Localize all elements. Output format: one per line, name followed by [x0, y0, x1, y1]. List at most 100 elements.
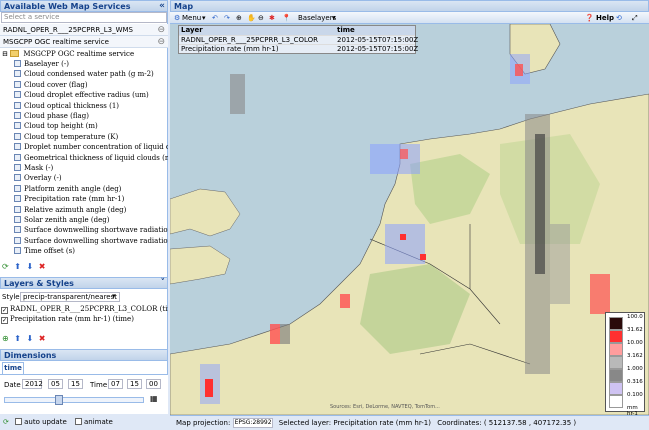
delete-icon[interactable]: ✖ [39, 262, 46, 271]
tree-item[interactable]: Cloud cover (flag) [14, 80, 88, 90]
tree-item[interactable]: Cloud top temperature (K) [14, 132, 118, 142]
tree-toolbar: ⟳ ⬆ ⬇ ✖ [2, 262, 48, 272]
tree-item[interactable]: Droplet number concentration of liquid c… [14, 142, 168, 152]
collapse-icon[interactable]: ˅ [161, 278, 166, 289]
map-title: Map [174, 2, 194, 11]
collapse-icon[interactable]: « [159, 1, 165, 12]
tree-item[interactable]: Cloud phase (flag) [14, 111, 89, 121]
column-header: time [337, 26, 355, 34]
tree-item[interactable]: Surface downwelling shortwave radiation … [14, 225, 168, 235]
layers-toolbar: ⊕ ⬆ ⬇ ✖ [2, 334, 48, 344]
tree-item[interactable]: Cloud condensed water path (g m-2) [14, 69, 154, 79]
projection-select[interactable]: EPSG:28992 [232, 418, 273, 428]
calendar-icon[interactable]: ▦ [150, 394, 158, 403]
service-label: MSGCPP OGC realtime service [3, 38, 109, 46]
arrow-down-icon[interactable]: ⬇ [27, 334, 34, 343]
service-row[interactable]: RADNL_OPER_R___25PCPRR_L3_WMS ⊖ [0, 24, 168, 36]
redo-icon[interactable]: ↷ [224, 13, 230, 23]
zoom-out-icon[interactable]: ⊖ [258, 13, 264, 23]
precip-legend: 100.0 31.62 10.00 3.162 1.000 0.316 0.100 mm hr… [605, 312, 645, 417]
tree-item[interactable]: Cloud droplet effective radius (um) [14, 90, 149, 100]
tree-item-label: Relative azimuth angle (deg) [24, 205, 127, 214]
refresh-icon[interactable]: ⟳ [2, 262, 9, 271]
month-field[interactable]: 05 [48, 379, 63, 389]
arrow-up-icon[interactable]: ⬆ [14, 262, 21, 271]
menu-icon[interactable]: ⚙ [174, 13, 180, 23]
map-canvas[interactable] [170, 24, 649, 415]
chevron-down-icon[interactable]: ▾ [202, 13, 206, 23]
auto-update-checkbox[interactable] [15, 418, 23, 425]
chevron-down-icon[interactable]: ▾ [332, 13, 336, 23]
checkbox[interactable]: ✓ [1, 317, 8, 324]
help-button[interactable]: Help [596, 13, 614, 23]
tree-item[interactable]: Platform zenith angle (deg) [14, 184, 121, 194]
checkbox[interactable]: ✓ [1, 307, 8, 314]
tree-root[interactable]: ⊟ MSGCPP OGC realtime service [2, 49, 134, 59]
arrow-down-icon[interactable]: ⬇ [27, 262, 34, 271]
zoom-in-icon[interactable]: ⊕ [236, 13, 242, 23]
undo-icon[interactable]: ↶ [212, 13, 218, 23]
time-slider[interactable] [4, 395, 144, 405]
tree-item[interactable]: Cloud top height (m) [14, 121, 98, 131]
tree-item[interactable]: Relative azimuth angle (deg) [14, 205, 126, 215]
layer-icon [14, 60, 21, 67]
tree-item[interactable]: Cloud optical thickness (1) [14, 101, 119, 111]
legend-label: 0.100 [627, 392, 643, 398]
slider-thumb[interactable] [55, 395, 63, 405]
layer-row[interactable]: ✓ Precipitation rate (mm hr-1) (time) [1, 314, 168, 324]
service-row[interactable]: MSGCPP OGC realtime service ⊖ [0, 36, 168, 48]
service-search-input[interactable]: Select a service [1, 12, 167, 23]
legend-swatch [609, 317, 623, 330]
remove-icon[interactable]: ⊖ [157, 24, 165, 36]
column-header: Layer [181, 26, 203, 34]
style-select[interactable]: precip-transparent/nearest [20, 292, 120, 302]
tree-item[interactable]: Geometrical thickness of liquid clouds (… [14, 153, 168, 163]
menu-button[interactable]: Menu [182, 13, 201, 23]
tree-item[interactable]: Baselayer (-) [14, 59, 69, 69]
tree-item[interactable]: Precipitation rate (mm hr-1) [14, 194, 124, 204]
marker-icon[interactable]: ✱ [269, 13, 275, 23]
minute-field[interactable]: 15 [127, 379, 142, 389]
tree-item[interactable]: Time offset (s) [14, 246, 75, 256]
tab-time[interactable]: time [2, 362, 24, 374]
pin-icon[interactable]: 📍 [282, 13, 291, 23]
date-label: Date [4, 381, 21, 389]
animate-checkbox[interactable] [75, 418, 82, 425]
delete-icon[interactable]: ✖ [39, 334, 46, 343]
arrow-up-icon[interactable]: ⬆ [14, 334, 21, 343]
layer-icon [14, 174, 21, 182]
tree-item-label: Solar zenith angle (deg) [24, 216, 110, 224]
map-svg[interactable] [170, 24, 649, 415]
help-icon[interactable]: ❓ [585, 13, 594, 23]
day-field[interactable]: 15 [68, 379, 83, 389]
hour-field[interactable]: 07 [108, 379, 123, 389]
tree-item[interactable]: Overlay (-) [14, 173, 62, 183]
tree-item-label: Surface downwelling shortwave radiation … [24, 226, 168, 235]
tree-item[interactable]: Surface downwelling shortwave radiation … [14, 236, 168, 246]
layer-icon [14, 153, 21, 161]
tree-item-label: Geometrical thickness of liquid clouds (… [24, 153, 168, 162]
year-field[interactable]: 2012 [22, 379, 43, 389]
status-bar: Map projection: EPSG:28992 Selected laye… [170, 415, 649, 430]
remove-icon[interactable]: ⊖ [157, 36, 165, 48]
pan-icon[interactable]: ✋ [247, 13, 256, 23]
tree-item[interactable]: Mask (-) [14, 163, 53, 173]
layer-icon [14, 132, 21, 140]
tree-item[interactable]: Solar zenith angle (deg) [14, 215, 109, 225]
refresh-icon[interactable]: ⟳ [3, 418, 9, 426]
layer-icon [14, 80, 21, 88]
legend-label: 10.00 [627, 340, 643, 346]
refresh-icon[interactable]: ⟲ [616, 13, 622, 23]
tree-item-label: Platform zenith angle (deg) [24, 184, 122, 193]
layer-tree: ⊟ MSGCPP OGC realtime service Baselayer … [0, 48, 168, 258]
add-icon[interactable]: ⊕ [2, 334, 9, 343]
table-row: RADNL_OPER_R___25PCPRR_L3_COLOR 2012-05-1… [179, 35, 418, 44]
second-field[interactable]: 00 [146, 379, 161, 389]
table-cell: Precipitation rate (mm hr-1) [181, 45, 279, 53]
expand-icon[interactable]: ⊟ [2, 50, 8, 58]
tree-item-label: Surface downwelling shortwave radiation … [24, 236, 168, 245]
baselayers-button[interactable]: Baselayers [298, 13, 336, 23]
fullscreen-icon[interactable]: ⤢ [632, 13, 638, 23]
layer-row[interactable]: ✓ RADNL_OPER_R___25PCPRR_L3_COLOR (time) [1, 304, 168, 314]
chevron-down-icon[interactable]: ▾ [112, 292, 116, 300]
